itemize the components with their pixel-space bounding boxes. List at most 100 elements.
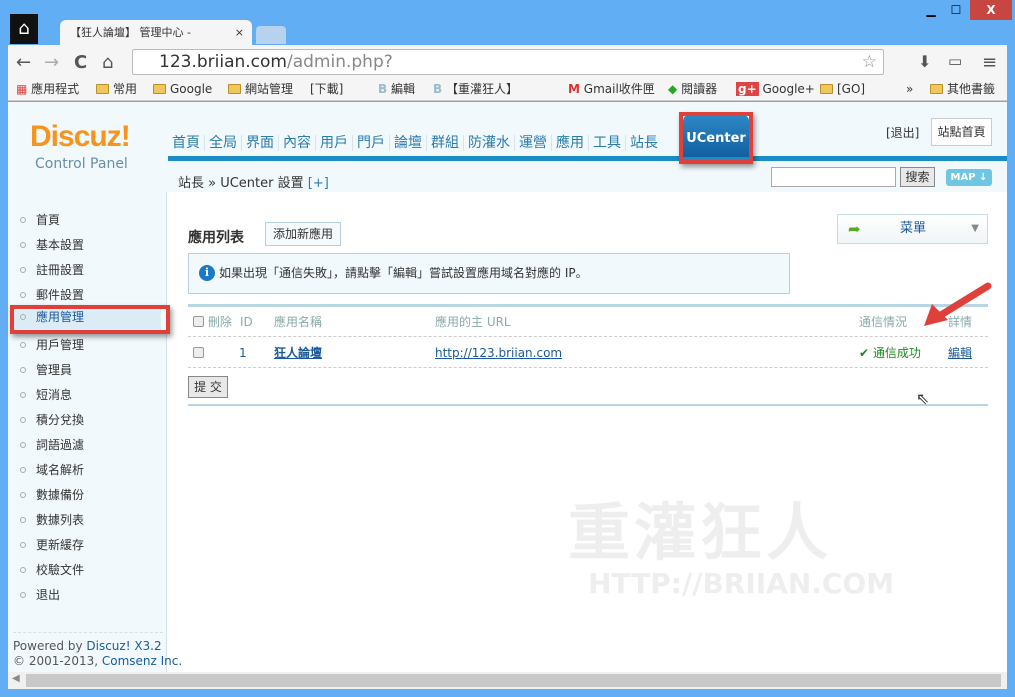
browser-toolbar: ← → C ⌂ 123.briian.com/admin.php? ☆ ⬇ ▭ … [8, 45, 1007, 78]
highlight-box [10, 305, 170, 334]
home-button[interactable]: ⌂ [102, 52, 113, 73]
bookmark-link[interactable]: [下載] [310, 78, 343, 101]
address-bar[interactable]: 123.briian.com/admin.php? ☆ [132, 49, 884, 75]
browser-tab[interactable]: 【狂人論壇】 管理中心 - × [60, 20, 252, 46]
nav-item[interactable]: 運營 [515, 135, 552, 151]
bullet-icon [20, 467, 26, 473]
nav-item[interactable]: 應用 [552, 135, 589, 151]
bullet-icon [20, 292, 26, 298]
scrollbar-thumb[interactable] [26, 674, 1001, 687]
bookmark-reader[interactable]: ◆ 閱讀器 [668, 78, 717, 101]
nav-item[interactable]: 防灌水 [464, 135, 515, 151]
sidebar-item[interactable]: 退出 [20, 586, 60, 603]
star-icon[interactable]: ☆ [862, 50, 877, 74]
map-button[interactable]: MAP ↓ [946, 169, 992, 186]
nav-item[interactable]: 工具 [589, 135, 626, 151]
bookmarks-bar: ▦ 應用程式 常用 Google 網站管理 [下載] B 編輯 B 【重灌狂人】… [8, 78, 1007, 101]
edit-link[interactable]: 編輯 [948, 338, 972, 368]
bookmark-link[interactable]: B 【重灌狂人】 [433, 78, 518, 101]
bookmark-apps[interactable]: ▦ 應用程式 [16, 78, 79, 101]
sidebar-item[interactable]: 詞語過濾 [20, 436, 84, 453]
bookmark-other[interactable]: 其他書籤 [930, 78, 995, 101]
bookmark-folder[interactable]: Google [153, 78, 212, 101]
close-window-button[interactable]: X [970, 0, 1012, 20]
discuz-link[interactable]: Discuz! X3.2 [86, 639, 161, 653]
sidebar-item[interactable]: 數據備份 [20, 486, 84, 503]
bookmark-gmail[interactable]: M Gmail收件匣 [568, 78, 655, 101]
annotation-arrow-icon [924, 282, 992, 326]
bullet-icon [20, 367, 26, 373]
search-button[interactable]: 搜索 [900, 167, 935, 187]
nav-item[interactable]: 論壇 [390, 135, 427, 151]
sidebar-item[interactable]: 數據列表 [20, 511, 84, 528]
sidebar-item[interactable]: 域名解析 [20, 461, 84, 478]
nav-item[interactable]: 門戶 [353, 135, 390, 151]
sidebar-item[interactable]: 管理員 [20, 361, 72, 378]
bookmark-link[interactable]: B 編輯 [378, 78, 415, 101]
check-icon: ✔ [859, 346, 870, 360]
url-path: /admin.php? [286, 52, 393, 72]
nav-item[interactable]: 群組 [427, 135, 464, 151]
nav-item[interactable]: 站長 [626, 135, 662, 151]
download-icon[interactable]: ⬇ [918, 52, 931, 71]
bookmark-folder[interactable]: 網站管理 [228, 78, 293, 101]
forward-button[interactable]: → [44, 52, 59, 73]
bookmark-folder[interactable]: 常用 [96, 78, 137, 101]
sidebar-item[interactable]: 更新緩存 [20, 536, 84, 553]
new-tab-button[interactable] [256, 26, 286, 44]
bookmark-googleplus[interactable]: g+ Google+ [736, 78, 815, 101]
row-checkbox[interactable] [193, 347, 204, 358]
breadcrumb: 站長 » UCenter 設置 [+] [178, 176, 329, 191]
select-all-checkbox[interactable] [193, 316, 204, 327]
mouse-cursor-icon: ⇖ [916, 389, 930, 408]
scroll-left-icon[interactable]: ◀ [12, 673, 20, 684]
cast-icon[interactable]: ▭ [948, 52, 962, 70]
nav-item[interactable]: 內容 [279, 135, 316, 151]
app-name-link[interactable]: 狂人論壇 [274, 338, 322, 368]
nav-item[interactable]: 首頁 [168, 135, 205, 151]
sidebar-item[interactable]: 註冊設置 [20, 261, 84, 278]
nav-underline [168, 156, 1007, 161]
bullet-icon [20, 392, 26, 398]
bullet-icon [20, 217, 26, 223]
sidebar-item[interactable]: 積分兌換 [20, 411, 84, 428]
info-icon: i [199, 265, 215, 281]
folder-icon [820, 84, 833, 94]
app-url-link[interactable]: http://123.briian.com [435, 338, 562, 368]
chrome-menu-button[interactable]: ≡ [982, 52, 997, 73]
logo-subtitle: Control Panel [35, 156, 128, 172]
main-content: 應用列表 添加新應用 ➦ 菜單 ▼ i 如果出現「通信失敗」，請點擊「編輯」嘗試設置應… [168, 192, 1007, 672]
horizontal-scrollbar[interactable]: ◀ [8, 672, 1007, 689]
sidebar-item[interactable]: 郵件設置 [20, 286, 84, 303]
breadcrumb-add[interactable]: [+] [308, 176, 329, 191]
top-nav: 首頁 全局 界面 內容 用戶 門戶 論壇 群組 防灌水 運營 應用 工具 站長 [168, 132, 662, 152]
logout-link[interactable]: [退出] [886, 124, 919, 141]
watermark-url: HTTP://BRIIAN.COM [588, 567, 895, 600]
admin-header: Discuz! Control Panel 首頁 全局 界面 內容 用戶 門戶 論壇 群組 防灌… [8, 102, 1007, 192]
menu-dropdown[interactable]: ➦ 菜單 ▼ [837, 214, 988, 244]
nav-item[interactable]: 界面 [242, 135, 279, 151]
tab-close-icon[interactable]: × [235, 20, 244, 46]
submit-button[interactable]: 提 交 [188, 376, 228, 398]
logo: Discuz! [30, 120, 131, 153]
nav-item[interactable]: 用戶 [316, 135, 353, 151]
bullet-icon [20, 492, 26, 498]
sidebar-item[interactable]: 短消息 [20, 386, 72, 403]
maximize-button[interactable]: ☐ [945, 0, 967, 20]
nav-item[interactable]: 全局 [205, 135, 242, 151]
sidebar-item[interactable]: 首頁 [20, 211, 60, 228]
minimize-button[interactable]: ▁ [920, 0, 942, 20]
bookmarks-overflow[interactable]: » [906, 78, 913, 101]
table-header: 刪除 ID 應用名稱 應用的主 URL 通信情況 詳情 [188, 307, 988, 337]
sidebar-item[interactable]: 基本設置 [20, 236, 84, 253]
add-app-button[interactable]: 添加新應用 [265, 222, 341, 246]
sidebar-item[interactable]: 用戶管理 [20, 336, 84, 353]
back-button[interactable]: ← [16, 52, 31, 73]
sidebar-item[interactable]: 校驗文件 [20, 561, 84, 578]
reload-button[interactable]: C [74, 52, 87, 73]
arrow-icon: ➦ [848, 220, 861, 238]
site-home-button[interactable]: 站點首頁 [931, 118, 992, 146]
bookmark-folder[interactable]: [GO] [820, 78, 865, 101]
section-title: 應用列表 [188, 230, 244, 246]
search-input[interactable] [771, 167, 896, 187]
